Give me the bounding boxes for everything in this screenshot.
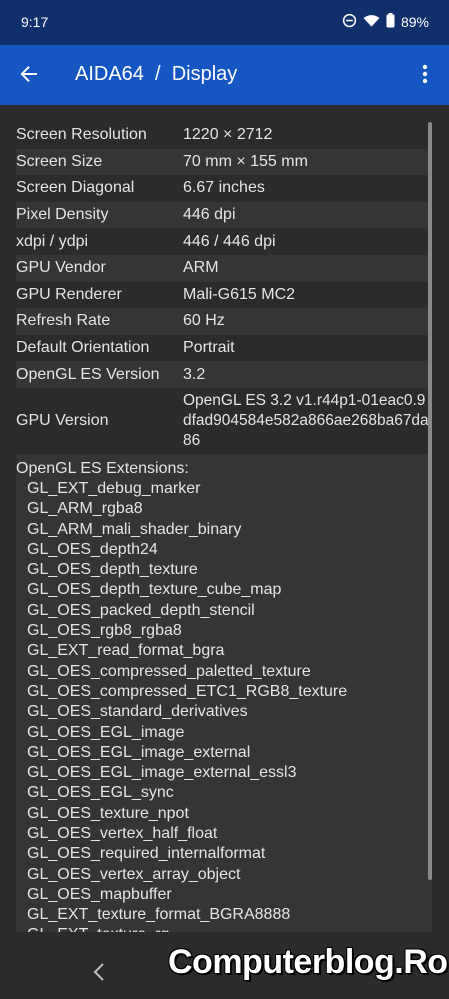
row-label: GPU Vendor <box>16 259 106 277</box>
more-vert-icon <box>422 64 428 89</box>
extension-item: GL_OES_EGL_image <box>27 723 185 741</box>
row-value: 1220 × 2712 <box>183 126 273 144</box>
row-value: 3.2 <box>183 365 206 383</box>
info-row-xdpi-ydpi: xdpi / ydpi 446 / 446 dpi <box>16 228 432 255</box>
extension-item: GL_OES_EGL_sync <box>27 784 174 802</box>
row-label: GPU Renderer <box>16 285 122 303</box>
row-value: Portrait <box>183 339 235 357</box>
row-value: OpenGL ES 3.2 v1.r44p1-01eac0.9dfad90458… <box>183 391 429 449</box>
page-title: AIDA64 / Display <box>75 63 238 85</box>
row-value: Mali-G615 MC2 <box>183 285 296 303</box>
extension-item: GL_ARM_mali_shader_binary <box>27 520 242 538</box>
info-row-refresh-rate: Refresh Rate 60 Hz <box>16 308 432 335</box>
info-row-screen-size: Screen Size 70 mm × 155 mm <box>16 148 432 176</box>
wifi-icon <box>363 14 380 31</box>
row-value: 6.67 inches <box>183 179 265 197</box>
extension-item: GL_OES_depth_texture <box>27 561 198 579</box>
row-value: ARM <box>183 259 219 277</box>
extension-item: GL_OES_texture_npot <box>27 804 189 822</box>
info-row-default-orientation: Default Orientation Portrait <box>16 335 432 362</box>
info-row-pixel-density: Pixel Density 446 dpi <box>16 201 432 229</box>
back-button[interactable] <box>14 61 44 91</box>
extension-item: GL_OES_compressed_paletted_texture <box>27 662 311 680</box>
extension-item: GL_OES_standard_derivatives <box>27 703 248 721</box>
row-value: 70 mm × 155 mm <box>183 152 308 170</box>
extension-item: GL_OES_vertex_half_float <box>27 824 218 842</box>
row-value: 446 dpi <box>183 206 236 224</box>
row-label: OpenGL ES Version <box>16 365 160 383</box>
status-time: 9:17 <box>21 14 49 30</box>
extension-item: GL_EXT_read_format_bgra <box>27 642 225 660</box>
info-row-screen-resolution: Screen Resolution 1220 × 2712 <box>16 122 432 149</box>
extension-item: GL_OES_depth24 <box>27 540 158 558</box>
row-label: Screen Resolution <box>16 126 147 144</box>
nav-back-button[interactable] <box>92 962 106 988</box>
extensions-list: GL_EXT_debug_marker GL_ARM_rgba8 GL_ARM_ma… <box>16 479 432 932</box>
row-label: Screen Size <box>16 152 103 170</box>
info-row-gpu-version: GPU Version OpenGL ES 3.2 v1.r44p1-01eac… <box>16 388 432 454</box>
extensions-header: OpenGL ES Extensions: <box>16 459 189 477</box>
dnd-icon <box>342 13 357 31</box>
scrollbar[interactable] <box>428 122 432 880</box>
extension-item: GL_OES_EGL_image_external <box>27 743 251 761</box>
row-label: xdpi / ydpi <box>16 232 89 250</box>
extension-item: GL_OES_depth_texture_cube_map <box>27 581 282 599</box>
display-info-list[interactable]: Screen Resolution 1220 × 2712 Screen Siz… <box>16 122 432 932</box>
battery-icon <box>386 13 395 31</box>
row-value: 446 / 446 dpi <box>183 232 276 250</box>
status-bar: 9:17 89% <box>0 0 449 45</box>
extension-item: GL_OES_packed_depth_stencil <box>27 601 255 619</box>
extension-item: GL_OES_rgb8_rgba8 <box>27 622 182 640</box>
row-label: GPU Version <box>16 411 109 429</box>
app-toolbar: AIDA64 / Display <box>0 45 449 105</box>
info-row-screen-diagonal: Screen Diagonal 6.67 inches <box>16 175 432 202</box>
nav-back-icon <box>92 962 106 987</box>
info-row-gpu-renderer: GPU Renderer Mali-G615 MC2 <box>16 282 432 309</box>
watermark: Computerblog.Ro <box>168 943 448 981</box>
extension-item: GL_EXT_texture_rg <box>16 925 432 932</box>
extension-item: GL_OES_compressed_ETC1_RGB8_texture <box>27 682 348 700</box>
extension-item: GL_ARM_rgba8 <box>27 500 143 518</box>
row-label: Refresh Rate <box>16 312 111 330</box>
extension-item: GL_OES_mapbuffer <box>27 885 172 903</box>
row-label: Screen Diagonal <box>16 179 135 197</box>
overflow-menu-button[interactable] <box>413 61 437 91</box>
battery-percent: 89% <box>400 14 429 30</box>
row-label: Pixel Density <box>16 206 109 224</box>
info-row-opengl-es-version: OpenGL ES Version 3.2 <box>16 361 432 388</box>
info-row-gpu-vendor: GPU Vendor ARM <box>16 254 432 282</box>
arrow-left-icon <box>19 64 39 89</box>
status-icons: 89% <box>342 13 429 31</box>
extension-item: GL_EXT_debug_marker <box>27 479 201 497</box>
opengl-extensions-block: OpenGL ES Extensions: GL_EXT_debug_marke… <box>16 453 432 932</box>
extension-item: GL_EXT_texture_format_BGRA8888 <box>27 906 291 924</box>
row-label: Default Orientation <box>16 339 150 357</box>
extension-item: GL_OES_EGL_image_external_essl3 <box>27 764 297 782</box>
extension-item: GL_OES_vertex_array_object <box>27 865 241 883</box>
extension-item: GL_OES_required_internalformat <box>27 845 266 863</box>
row-value: 60 Hz <box>183 312 225 330</box>
